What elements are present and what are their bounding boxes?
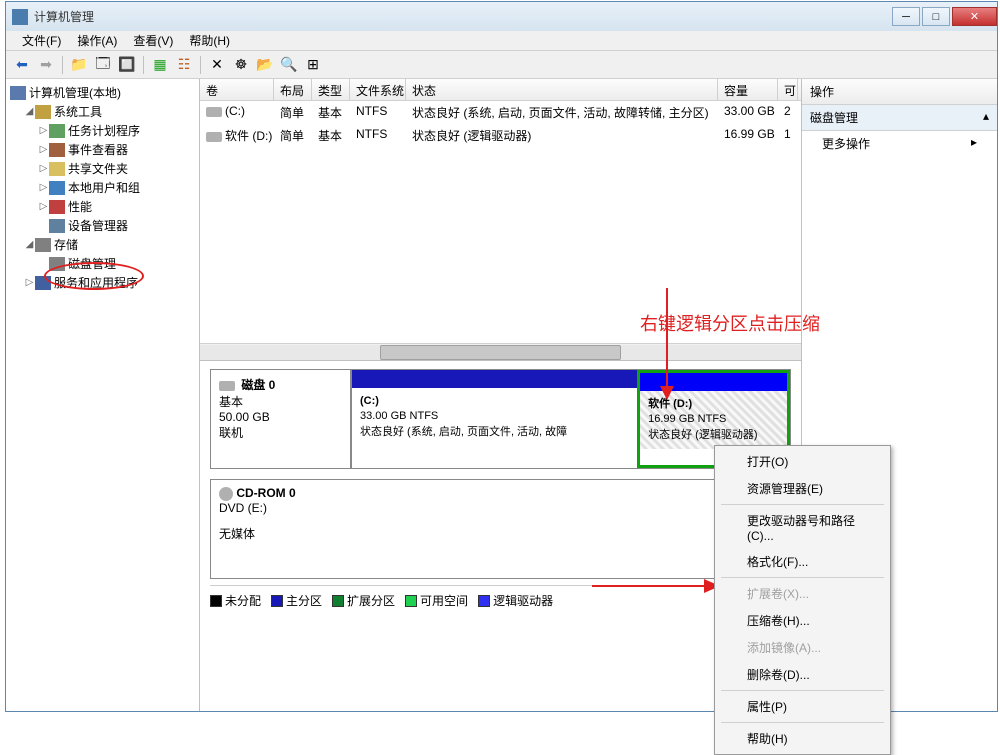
cm-open[interactable]: 打开(O) [717,448,888,475]
legend-free-box [405,595,417,607]
menu-help[interactable]: 帮助(H) [181,30,238,51]
actions-section-diskmgmt[interactable]: 磁盘管理▴ [802,105,997,131]
actions-header: 操作 [802,79,997,105]
legend-unalloc-box [210,595,222,607]
search-icon[interactable]: 🔍 [279,55,299,75]
col-free[interactable]: 可 [778,79,798,100]
tree-storage[interactable]: ◢存储 [24,235,195,254]
tree-panel: 计算机管理(本地) ◢系统工具 ▷任务计划程序 ▷事件查看器 ▷共享文件夹 ▷本… [6,79,200,711]
col-volume[interactable]: 卷 [200,79,274,100]
titlebar: 计算机管理 ─ □ ✕ [6,2,997,31]
table-row[interactable]: 软件 (D:) 简单 基本 NTFS 状态良好 (逻辑驱动器) 16.99 GB… [200,124,801,147]
forward-button[interactable]: ➡ [36,55,56,75]
disk-0-label[interactable]: 磁盘 0 基本 50.00 GB 联机 [211,370,351,468]
tree-diskmgmt[interactable]: 磁盘管理 [38,254,195,273]
toolbar: ⬅ ➡ 📁 🗔 🔲 ▦ ☷ ✕ ☸ 📂 🔍 ⊞ [6,51,997,79]
menubar: 文件(F) 操作(A) 查看(V) 帮助(H) [6,31,997,51]
col-status[interactable]: 状态 [406,79,718,100]
col-type[interactable]: 类型 [312,79,350,100]
collapse-icon: ▴ [983,109,989,126]
cm-explorer[interactable]: 资源管理器(E) [717,475,888,502]
main-panel: 卷 布局 类型 文件系统 状态 容量 可 (C:) 简单 基本 NTFS 状态良… [200,79,802,711]
minimize-button[interactable]: ─ [892,7,920,26]
legend-primary-box [271,595,283,607]
app-icon [12,9,28,25]
settings-icon[interactable]: ☸ [231,55,251,75]
tree-task[interactable]: ▷任务计划程序 [38,121,195,140]
tree-devmgr[interactable]: 设备管理器 [38,216,195,235]
tree-services[interactable]: ▷服务和应用程序 [24,273,195,292]
up-button[interactable]: 📁 [69,55,89,75]
cm-change-letter[interactable]: 更改驱动器号和路径(C)... [717,507,888,548]
cm-extend: 扩展卷(X)... [717,580,888,607]
annotation-arrow-right [592,576,722,596]
tree-event[interactable]: ▷事件查看器 [38,140,195,159]
disk-0-row: 磁盘 0 基本 50.00 GB 联机 (C:) 33.00 GB NTFS 状… [210,369,791,469]
tree-root[interactable]: 计算机管理(本地) [10,83,195,102]
cm-help[interactable]: 帮助(H) [717,725,888,752]
disk-graphic-area: 磁盘 0 基本 50.00 GB 联机 (C:) 33.00 GB NTFS 状… [200,361,801,711]
volume-icon [206,107,222,117]
cm-props[interactable]: 属性(P) [717,693,888,720]
col-layout[interactable]: 布局 [274,79,312,100]
volume-c[interactable]: (C:) 33.00 GB NTFS 状态良好 (系统, 启动, 页面文件, 活… [351,370,637,468]
folder-icon[interactable]: 📂 [255,55,275,75]
volume-table: 卷 布局 类型 文件系统 状态 容量 可 (C:) 简单 基本 NTFS 状态良… [200,79,801,361]
disk-icon [219,381,235,391]
menu-file[interactable]: 文件(F) [14,30,69,51]
back-button[interactable]: ⬅ [12,55,32,75]
legend-extended-box [332,595,344,607]
menu-view[interactable]: 查看(V) [125,30,181,51]
tree-users[interactable]: ▷本地用户和组 [38,178,195,197]
cm-delete[interactable]: 删除卷(D)... [717,661,888,688]
cdrom-row: CD-ROM 0 DVD (E:) 无媒体 [210,479,791,579]
chevron-right-icon: ▸ [971,135,977,152]
volume-icon [206,132,222,142]
props-button[interactable]: 🗔 [93,55,113,75]
context-menu: 打开(O) 资源管理器(E) 更改驱动器号和路径(C)... 格式化(F)...… [714,445,891,755]
table-row[interactable]: (C:) 简单 基本 NTFS 状态良好 (系统, 启动, 页面文件, 活动, … [200,101,801,124]
annotation-arrow-down [657,288,677,403]
actions-more[interactable]: 更多操作▸ [802,131,997,156]
col-fs[interactable]: 文件系统 [350,79,406,100]
help-icon[interactable]: ⊞ [303,55,323,75]
cm-mirror: 添加镜像(A)... [717,634,888,661]
cm-shrink[interactable]: 压缩卷(H)... [717,607,888,634]
horizontal-scrollbar[interactable] [200,343,801,360]
window-title: 计算机管理 [34,8,890,25]
col-capacity[interactable]: 容量 [718,79,778,100]
cdrom-label[interactable]: CD-ROM 0 DVD (E:) 无媒体 [211,480,351,578]
cdrom-icon [219,487,233,501]
tree-systools[interactable]: ◢系统工具 [24,102,195,121]
menu-action[interactable]: 操作(A) [69,30,125,51]
tree-perf[interactable]: ▷性能 [38,197,195,216]
maximize-button[interactable]: □ [922,7,950,26]
cm-format[interactable]: 格式化(F)... [717,548,888,575]
view-button[interactable]: ▦ [150,55,170,75]
tree-shared[interactable]: ▷共享文件夹 [38,159,195,178]
refresh-button[interactable]: 🔲 [117,55,137,75]
close-button[interactable]: ✕ [952,7,997,26]
list-button[interactable]: ☷ [174,55,194,75]
delete-icon[interactable]: ✕ [207,55,227,75]
legend-logical-box [478,595,490,607]
